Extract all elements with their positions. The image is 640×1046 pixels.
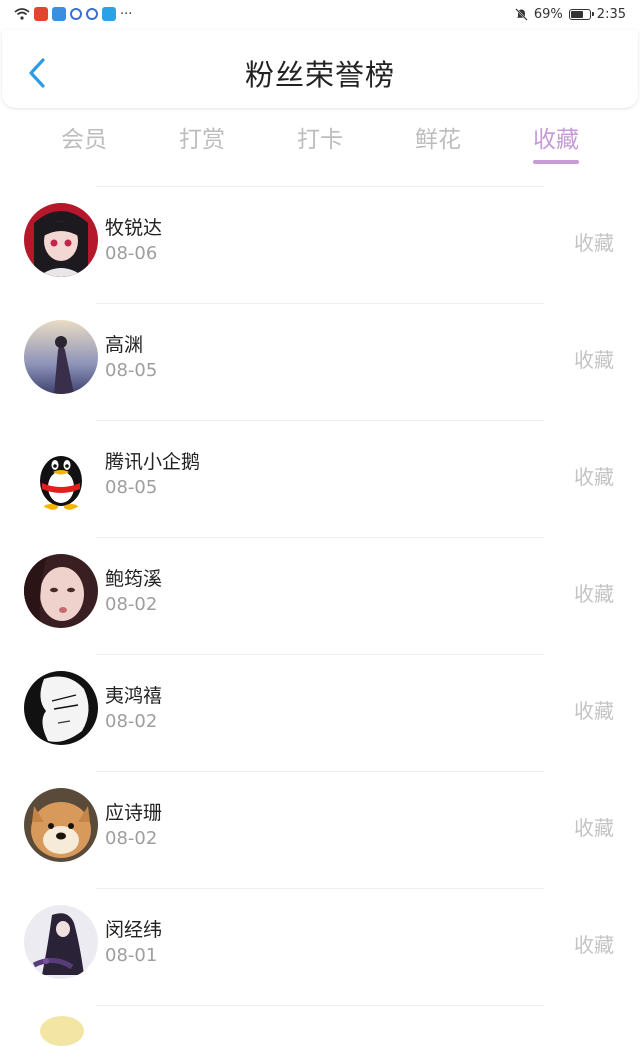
avatar bbox=[24, 437, 98, 511]
tab-favorites[interactable]: 收藏 bbox=[516, 122, 596, 166]
divider bbox=[96, 1005, 544, 1006]
fan-date: 08-02 bbox=[105, 594, 158, 615]
favorite-label: 收藏 bbox=[574, 231, 614, 255]
avatar bbox=[24, 671, 98, 745]
tab-label: 会员 bbox=[61, 127, 107, 153]
avatar bbox=[24, 320, 98, 394]
fan-name: 高渊 bbox=[105, 334, 144, 356]
fan-date: 08-02 bbox=[105, 711, 158, 732]
more-notifications: ··· bbox=[120, 6, 133, 22]
favorite-label: 收藏 bbox=[574, 348, 614, 372]
list-item[interactable]: 腾讯小企鹅 08-05 收藏 bbox=[0, 421, 640, 537]
favorite-label: 收藏 bbox=[574, 582, 614, 606]
tab-label: 鲜花 bbox=[415, 127, 461, 153]
fan-date: 08-06 bbox=[105, 243, 158, 264]
avatar bbox=[40, 1016, 84, 1046]
tab-reward[interactable]: 打赏 bbox=[162, 122, 242, 166]
tab-member[interactable]: 会员 bbox=[44, 122, 124, 166]
cloud-icon bbox=[52, 7, 66, 21]
list-item[interactable]: 鲍筠溪 08-02 收藏 bbox=[0, 538, 640, 654]
tab-flowers[interactable]: 鲜花 bbox=[398, 122, 478, 166]
fan-date: 08-05 bbox=[105, 360, 158, 381]
status-bar: ··· 69% 2:35 bbox=[0, 0, 640, 28]
fan-list: 牧锐达 08-06 收藏 高渊 08-05 收藏 腾讯小企鹅 08-05 收藏 … bbox=[0, 186, 640, 1006]
fan-name: 闵经纬 bbox=[105, 919, 163, 941]
list-item[interactable]: 应诗珊 08-02 收藏 bbox=[0, 772, 640, 888]
status-icons-right: 69% 2:35 bbox=[515, 5, 626, 23]
page-title: 粉丝荣誉榜 bbox=[244, 58, 395, 92]
avatar bbox=[24, 788, 98, 862]
list-item[interactable]: 牧锐达 08-06 收藏 bbox=[0, 187, 640, 303]
fan-date: 08-01 bbox=[105, 945, 158, 966]
fan-date: 08-02 bbox=[105, 828, 158, 849]
message-app-icon bbox=[102, 7, 116, 21]
fan-name: 腾讯小企鹅 bbox=[105, 451, 201, 473]
fan-name: 鲍筠溪 bbox=[105, 568, 163, 590]
tab-checkin[interactable]: 打卡 bbox=[280, 122, 360, 166]
clock: 2:35 bbox=[596, 6, 626, 22]
battery-percent: 69% bbox=[533, 6, 563, 22]
fan-name: 牧锐达 bbox=[105, 217, 163, 239]
tab-bar: 会员 打赏 打卡 鲜花 收藏 bbox=[0, 118, 640, 174]
tab-label: 打卡 bbox=[297, 127, 343, 153]
app-notification-icon bbox=[34, 7, 48, 21]
battery-icon bbox=[568, 8, 594, 20]
top-app-bar: 粉丝荣誉榜 bbox=[2, 30, 638, 108]
status-icons-left: ··· bbox=[14, 5, 132, 23]
paw-icon bbox=[86, 8, 98, 20]
favorite-label: 收藏 bbox=[574, 699, 614, 723]
avatar bbox=[24, 905, 98, 979]
list-item[interactable]: 高渊 08-05 收藏 bbox=[0, 304, 640, 420]
favorite-label: 收藏 bbox=[574, 465, 614, 489]
fan-name: 应诗珊 bbox=[105, 802, 163, 824]
paw-icon bbox=[70, 8, 82, 20]
fan-name: 夷鸿禧 bbox=[105, 685, 163, 707]
tab-label: 收藏 bbox=[533, 127, 579, 153]
avatar bbox=[24, 203, 98, 277]
list-item[interactable]: 闵经纬 08-01 收藏 bbox=[0, 889, 640, 1005]
avatar bbox=[24, 554, 98, 628]
mute-bell-icon bbox=[515, 7, 528, 21]
favorite-label: 收藏 bbox=[574, 816, 614, 840]
fan-date: 08-05 bbox=[105, 477, 158, 498]
tab-indicator bbox=[533, 160, 579, 164]
tab-label: 打赏 bbox=[179, 127, 225, 153]
wifi-icon bbox=[14, 8, 30, 20]
favorite-label: 收藏 bbox=[574, 933, 614, 957]
list-item[interactable]: 夷鸿禧 08-02 收藏 bbox=[0, 655, 640, 771]
